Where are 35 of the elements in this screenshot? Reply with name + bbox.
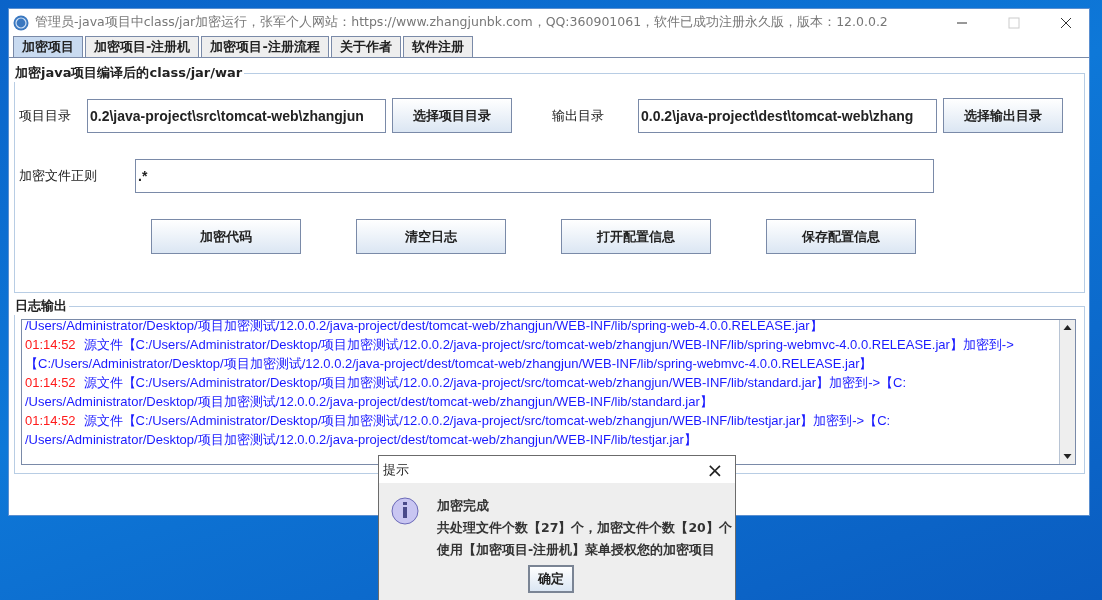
field-label: 输出目录 (552, 106, 605, 125)
ok-button[interactable]: 确定 (528, 565, 574, 593)
group-title: 日志输出 (14, 297, 68, 315)
log-line: 【C:/Users/Administrator/Desktop/项目加密测试/12.0.0.2/java-project/dest/tomcat-web/zhangjun/WEB-INF/lib/spring-webmvc-4.0.0.RELEASE.jar】 (25, 355, 874, 373)
action-button[interactable]: 打开配置信息 (561, 219, 711, 254)
log-line: 01:14:52 源文件【C:/Users/Administrator/Desktop/项目加密测试/12.0.0.2/java-project/src/tomcat-web/zhangjun/WEB-INF/lib/standard.jar】加密到->【C: (25, 374, 908, 392)
action-button[interactable]: 加密代码 (151, 219, 301, 254)
action-button[interactable]: 保存配置信息 (766, 219, 916, 254)
action-button[interactable]: 清空日志 (356, 219, 506, 254)
log-line: /Users/Administrator/Desktop/项目加密测试/12.0.0.2/java-project/dest/tomcat-web/zhangjun/WEB-INF/lib/testjar.jar】 (25, 431, 698, 449)
dialog-message: 加密完成 (437, 497, 490, 515)
tab[interactable]: 关于作者 (330, 36, 401, 57)
dialog-message: 共处理文件个数【27】个，加密文件个数【20】个 (437, 519, 732, 537)
input-field[interactable]: 0.0.2\java-project\dest\tomcat-web\zhang (638, 98, 937, 133)
tab[interactable]: 加密项目 (13, 36, 83, 57)
info-icon (391, 497, 419, 525)
input-field[interactable]: 0.2\java-project\src\tomcat-web\zhangjun (87, 98, 386, 133)
browse-button[interactable]: 选择输出目录 (943, 98, 1063, 133)
window-title: 管理员-java项目中class/jar加密运行，张军个人网站：https://www.zhangjunbk.com，QQ:360901061，软件已成功注册永久版，版本：12.0.0.2 (35, 14, 889, 31)
tab[interactable]: 加密项目-注册流程 (201, 36, 329, 57)
tab[interactable]: 软件注册 (402, 36, 473, 57)
log-line: /Users/Administrator/Desktop/项目加密测试/12.0.0.2/java-project/dest/tomcat-web/zhangjun/WEB-INF/lib/standard.jar】 (25, 393, 714, 411)
dialog-message: 使用【加密项目-注册机】菜单授权您的加密项目 (437, 541, 717, 559)
field-label: 加密文件正则 (19, 167, 98, 185)
browse-button[interactable]: 选择项目目录 (392, 98, 512, 133)
log-line: 01:14:52 源文件【C:/Users/Administrator/Desktop/项目加密测试/12.0.0.2/java-project/src/tomcat-web/zhangjun/WEB-INF/lib/testjar.jar】加密到->【C: (25, 412, 892, 430)
tab[interactable]: 加密项目-注册机 (85, 36, 200, 57)
scrollbar[interactable] (1059, 320, 1075, 464)
group-title: 加密java项目编译后的class/jar/war (14, 64, 244, 82)
dialog-title: 提示 (383, 460, 410, 479)
input-field[interactable]: .* (135, 159, 934, 193)
close-button[interactable]: × (695, 457, 735, 482)
logo-icon (13, 14, 29, 31)
field-label: 项目目录 (19, 106, 72, 125)
log-line: 01:14:52 源文件【C:/Users/Administrator/Desktop/项目加密测试/12.0.0.2/java-project/src/tomcat-web/zhangjun/WEB-INF/lib/spring-webmvc-4.0.0.RELEASE.jar】加密到-> (25, 336, 1015, 354)
